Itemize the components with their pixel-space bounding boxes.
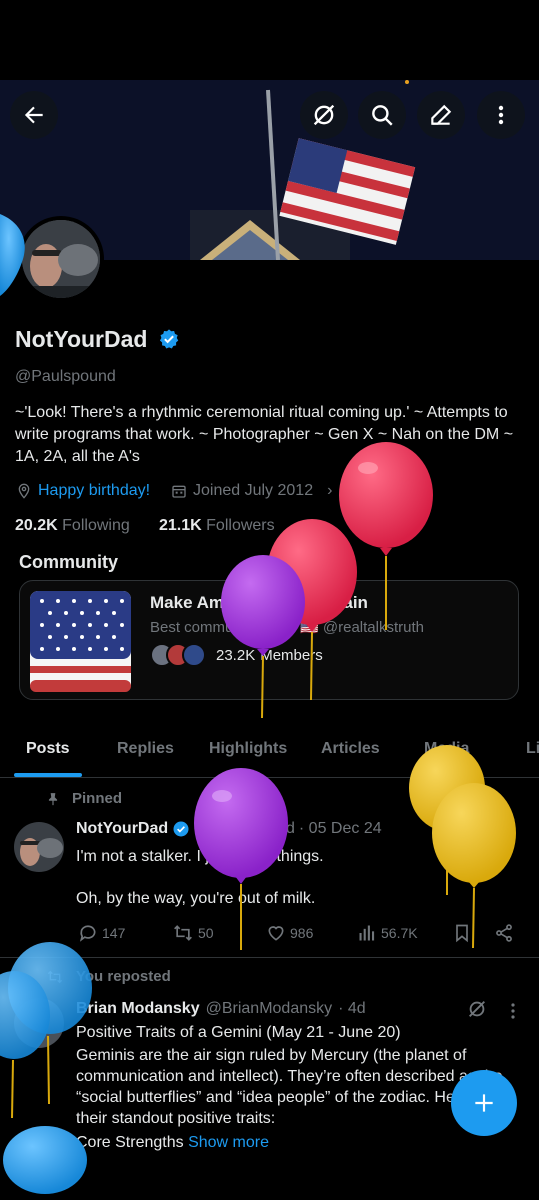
post-header: Brian Modansky @BrianModansky · 4d <box>76 1000 366 1018</box>
reply-icon <box>79 925 96 942</box>
post-date: · 4d <box>338 1000 366 1017</box>
tab-posts[interactable]: Posts <box>26 740 70 758</box>
birthday-link[interactable]: Happy birthday! <box>38 482 150 500</box>
heart-icon <box>268 926 284 941</box>
verified-badge-icon <box>173 821 189 837</box>
more-vertical-icon <box>511 1003 515 1019</box>
post-title: Positive Traits of a Gemini (May 21 - Ju… <box>76 1024 401 1041</box>
location-pin-icon <box>18 483 30 499</box>
post-text-line: I'm not a stalker. I just know things. <box>76 848 324 865</box>
community-card[interactable]: Make America Godly Again Best community … <box>19 580 519 700</box>
tab-articles[interactable]: Articles <box>321 740 380 758</box>
community-name: Make America Godly Again <box>150 593 368 612</box>
post-author-handle: @BrianModansky <box>205 1000 333 1017</box>
status-bar-area <box>0 0 539 80</box>
community-description: Best community on X! 🇺🇸 @realtalkstruth <box>150 619 424 636</box>
member-avatar <box>182 643 206 667</box>
joined-date: Joined July 2012 <box>193 482 314 499</box>
profile-tabs: Posts Replies Highlights Articles Media … <box>0 728 539 778</box>
post-last-line: Core Strengths Show more <box>76 1134 269 1151</box>
search-icon <box>372 105 393 126</box>
tab-media[interactable]: Media <box>424 740 469 758</box>
more-vertical-icon <box>511 818 515 834</box>
profile-display-name: NotYourDad <box>15 326 180 353</box>
grok-button[interactable] <box>300 91 348 139</box>
community-section-title: Community <box>19 552 118 572</box>
bookmark-icon <box>456 924 468 943</box>
post-author-name[interactable]: NotYourDad <box>76 820 168 838</box>
joined-meta: Joined July 2012 › <box>171 482 332 500</box>
post-author-avatar[interactable] <box>14 998 64 1048</box>
repost-icon <box>174 925 192 941</box>
balloon <box>3 1126 87 1194</box>
post-author-name[interactable]: Brian Modansky <box>76 1000 200 1018</box>
share-button[interactable] <box>494 923 514 943</box>
repost-icon <box>47 970 63 983</box>
post-author-handle: @Paulspound <box>194 820 295 837</box>
bookmark-button[interactable] <box>452 923 472 943</box>
post-divider <box>0 957 539 958</box>
compose-button[interactable] <box>451 1070 517 1136</box>
tab-likes[interactable]: Li <box>526 740 539 758</box>
share-icon <box>496 924 512 942</box>
show-more-link[interactable]: Show more <box>188 1134 269 1151</box>
tab-highlights[interactable]: Highlights <box>209 740 287 758</box>
views-chart-icon <box>359 925 375 941</box>
tab-replies[interactable]: Replies <box>117 740 174 758</box>
community-flag-image <box>30 591 131 692</box>
profile-handle: @Paulspound <box>15 368 116 385</box>
pin-icon <box>48 792 58 805</box>
post-text-line: Oh, by the way, you're out of milk. <box>76 890 316 907</box>
followers-link[interactable]: 21.1K Followers <box>159 517 275 535</box>
edit-button[interactable] <box>417 91 465 139</box>
following-link[interactable]: 20.2K Following <box>15 517 130 535</box>
back-button[interactable] <box>10 91 58 139</box>
post-author-avatar[interactable] <box>14 822 64 872</box>
arrow-left-icon <box>24 106 43 124</box>
post-header: NotYourDad @Paulspound · 05 Dec 24 <box>76 820 382 838</box>
more-button[interactable] <box>477 91 525 139</box>
community-members: 23.2K Members <box>150 643 323 667</box>
reply-button[interactable]: 147 <box>78 923 125 943</box>
plus-icon <box>475 1094 493 1112</box>
post-context: You reposted <box>46 968 171 985</box>
post-more-button[interactable] <box>508 1002 518 1020</box>
members-label: Members <box>260 646 323 664</box>
grok-icon <box>473 817 489 833</box>
search-button[interactable] <box>358 91 406 139</box>
views-button[interactable]: 56.7K <box>357 923 418 943</box>
more-vertical-icon <box>498 105 504 125</box>
grok-icon <box>313 104 335 126</box>
repost-button[interactable]: 50 <box>172 923 214 943</box>
pencil-icon <box>431 104 452 125</box>
calendar-icon <box>172 485 186 498</box>
post-date: · 05 Dec 24 <box>298 820 382 837</box>
active-tab-indicator <box>14 773 82 777</box>
profile-bio: ~'Look! There's a rhythmic ceremonial ri… <box>15 404 514 465</box>
post-grok-button[interactable] <box>466 998 488 1020</box>
post-context: Pinned <box>46 790 122 807</box>
post-grok-button[interactable] <box>470 814 492 836</box>
avatar-image <box>22 220 100 298</box>
chevron-right-icon[interactable]: › <box>327 482 332 500</box>
verified-badge-icon <box>159 329 179 349</box>
members-count: 23.2K <box>216 646 256 664</box>
like-button[interactable]: 986 <box>266 923 313 943</box>
post-more-button[interactable] <box>508 817 518 835</box>
grok-icon <box>469 1001 485 1017</box>
birthday-meta: Happy birthday! <box>16 482 150 500</box>
profile-avatar[interactable] <box>18 216 104 302</box>
